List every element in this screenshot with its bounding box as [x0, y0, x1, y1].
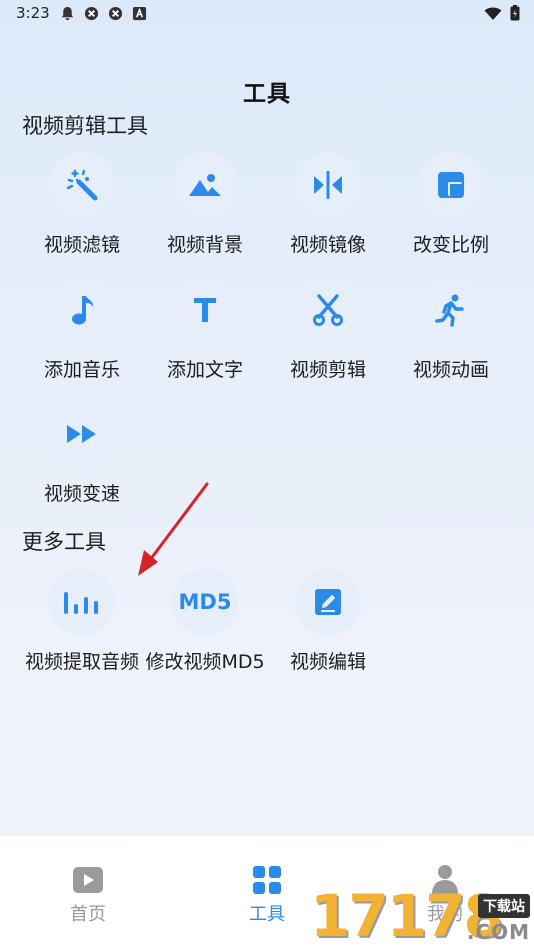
watermark-domain: .COM	[466, 920, 530, 944]
notification-icons	[60, 6, 147, 21]
fast-forward-icon	[67, 425, 96, 443]
status-bar: 3:23	[0, 0, 534, 30]
play-icon	[73, 867, 103, 893]
tool-video-speed[interactable]: 视频变速	[20, 401, 144, 511]
audio-bars-icon	[64, 592, 98, 614]
tool-label: 改变比例	[412, 234, 489, 256]
tool-icon-bg	[418, 152, 484, 218]
section-title-video-editing: 视频剪辑工具	[22, 114, 148, 138]
tool-video-filter[interactable]: 视频滤镜	[20, 152, 144, 262]
tool-video-mirror[interactable]: 视频镜像	[266, 152, 390, 262]
tool-label: 视频编辑	[289, 651, 366, 673]
tool-icon-bg	[172, 277, 238, 343]
tool-icon-bg	[49, 152, 115, 218]
tool-icon-bg	[295, 152, 361, 218]
keyboard-a-icon	[132, 6, 147, 21]
tool-icon-bg	[49, 401, 115, 467]
image-icon	[188, 171, 222, 199]
aspect-ratio-icon	[438, 172, 464, 198]
annotation-arrow-icon	[138, 482, 209, 576]
tool-extract-audio[interactable]: 视频提取音频	[20, 569, 144, 679]
nav-item-tools[interactable]: 工具	[227, 864, 307, 934]
wifi-icon	[484, 7, 502, 20]
mirror-icon	[314, 171, 342, 199]
md5-icon: MD5	[178, 590, 232, 614]
notification-bell-icon	[61, 6, 74, 21]
grid-icon	[253, 866, 281, 894]
text-icon	[194, 298, 216, 322]
tool-add-text[interactable]: 添加文字	[143, 277, 267, 387]
system-icons	[484, 5, 520, 21]
scissors-icon	[313, 294, 343, 326]
battery-icon	[510, 5, 520, 21]
music-note-icon	[72, 296, 94, 325]
tool-icon-bg	[49, 569, 115, 635]
tool-label: 视频动画	[412, 359, 489, 381]
app-notification-icon	[108, 6, 123, 21]
page-title: 工具	[243, 81, 291, 107]
magic-wand-icon	[66, 169, 98, 201]
app-notification-icon	[84, 6, 99, 21]
status-time: 3:23	[16, 4, 50, 22]
running-person-icon	[435, 294, 464, 327]
nav-label: 工具	[249, 904, 285, 925]
tool-video-animation[interactable]: 视频动画	[389, 277, 513, 387]
nav-item-home[interactable]: 首页	[48, 864, 128, 934]
tool-icon-bg: MD5	[172, 569, 238, 635]
watermark-logo: 17178 下载站 .COM	[310, 882, 534, 950]
tool-icon-bg	[172, 152, 238, 218]
tool-video-background[interactable]: 视频背景	[143, 152, 267, 262]
tool-icon-bg	[49, 277, 115, 343]
tool-add-music[interactable]: 添加音乐	[20, 277, 144, 387]
tool-icon-bg	[295, 277, 361, 343]
tool-icon-bg	[418, 277, 484, 343]
tool-video-cut[interactable]: 视频剪辑	[266, 277, 390, 387]
section-title-more-tools: 更多工具	[22, 530, 106, 554]
nav-label: 首页	[70, 904, 106, 925]
tool-video-edit[interactable]: 视频编辑	[266, 569, 390, 679]
tool-icon-bg	[295, 569, 361, 635]
edit-icon	[315, 589, 341, 615]
watermark-tag: 下载站	[478, 894, 530, 918]
tool-modify-md5[interactable]: MD5 修改视频MD5	[143, 569, 267, 679]
tool-change-ratio[interactable]: 改变比例	[389, 152, 513, 262]
